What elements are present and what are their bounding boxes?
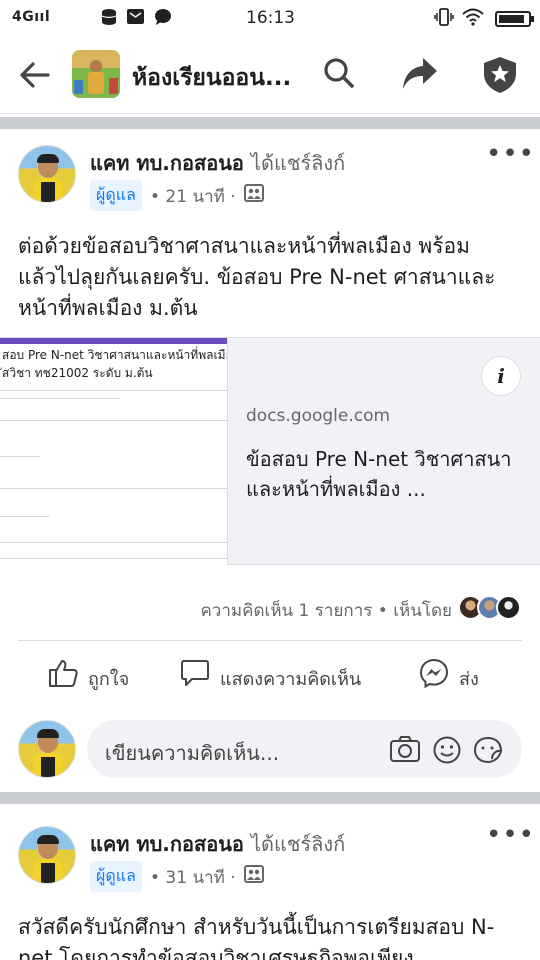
author-name[interactable]: แคท ทบ.กอสอนอ (90, 832, 244, 856)
status-bar: 4Gııl 16:13 (0, 0, 540, 36)
post-card: แคท ทบ.กอสอนอ ได้แชร์ลิงก์ ผู้ดูแล • 31 … (0, 804, 540, 960)
group-header: ห้องเรียนออน... (0, 36, 540, 114)
my-avatar[interactable] (18, 720, 76, 778)
info-icon[interactable]: i (481, 356, 521, 396)
search-icon[interactable] (322, 56, 356, 94)
post-time[interactable]: • 21 นาที · (150, 183, 236, 210)
link-domain: docs.google.com (246, 406, 391, 426)
shared-link-text: ได้แชร์ลิงก์ (250, 151, 346, 175)
group-audience-icon (244, 184, 264, 206)
send-label: ส่ง (459, 669, 479, 690)
actions-divider (18, 640, 522, 641)
group-cover-thumbnail[interactable] (72, 50, 120, 98)
author-avatar[interactable] (18, 145, 76, 203)
share-arrow-icon[interactable] (401, 56, 439, 96)
comment-button[interactable]: แสดงความคิดเห็น (180, 658, 361, 693)
back-arrow-icon[interactable] (18, 58, 52, 96)
admin-badge: ผู้ดูแล (90, 180, 142, 211)
link-preview-card[interactable]: สอบ Pre N-net วิชาศาสนาและหน้าที่พลเมือง… (0, 337, 540, 565)
comment-label: แสดงความคิดเห็น (220, 669, 362, 690)
vibrate-icon (434, 8, 454, 31)
camera-icon[interactable] (389, 735, 421, 767)
storage-icon (100, 8, 118, 31)
send-button[interactable]: ส่ง (419, 658, 479, 693)
feed-divider (0, 117, 540, 129)
admin-shield-icon[interactable] (482, 56, 518, 98)
author-name[interactable]: แคท ทบ.กอสอนอ (90, 151, 244, 175)
post-author[interactable]: แคท ทบ.กอสอนอ ได้แชร์ลิงก์ (90, 147, 345, 179)
feed-divider (0, 792, 540, 804)
comments-summary[interactable]: ความคิดเห็น 1 รายการ • เห็นโดย (200, 597, 452, 624)
messenger-icon (419, 658, 449, 693)
like-label: ถูกใจ (88, 669, 130, 690)
clock: 16:13 (246, 8, 295, 28)
post-more-options[interactable]: ••• (486, 139, 535, 169)
comment-placeholder: เขียนความคิดเห็น... (105, 741, 280, 765)
post-time[interactable]: • 31 นาที · (150, 864, 236, 891)
post-text: ต่อด้วยข้อสอบวิชาศาสนาและหน้าที่พลเมือง … (18, 234, 496, 320)
shared-link-text: ได้แชร์ลิงก์ (250, 832, 346, 856)
like-button[interactable]: ถูกใจ (48, 658, 129, 693)
post-more-options[interactable]: ••• (486, 820, 535, 850)
like-icon (48, 660, 78, 693)
chat-icon (154, 8, 172, 31)
signal-indicator: 4Gııl (12, 9, 51, 25)
wifi-icon (462, 8, 484, 31)
comment-input[interactable]: เขียนความคิดเห็น... (87, 720, 522, 778)
sticker-icon[interactable] (472, 735, 504, 769)
link-thumbnail: สอบ Pre N-net วิชาศาสนาและหน้าที่พลเมือง… (0, 338, 228, 565)
admin-badge: ผู้ดูแล (90, 861, 142, 892)
group-audience-icon (244, 865, 264, 887)
thumbnail-title: สอบ Pre N-net วิชาศาสนาและหน้าที่พลเมือง… (2, 348, 228, 380)
group-title[interactable]: ห้องเรียนออน... (132, 60, 291, 96)
mail-icon (127, 8, 144, 30)
author-avatar[interactable] (18, 826, 76, 884)
post-author[interactable]: แคท ทบ.กอสอนอ ได้แชร์ลิงก์ (90, 828, 345, 860)
link-title[interactable]: ข้อสอบ Pre N-net วิชาศาสนาและหน้าที่พลเม… (246, 444, 526, 504)
comment-icon (180, 660, 210, 693)
battery-icon (495, 11, 534, 27)
post-text: สวัสดีครับนักศึกษา สำหรับวันนี้เป็นการเต… (18, 915, 495, 960)
battery-level (499, 15, 524, 23)
emoji-icon[interactable] (432, 735, 462, 769)
